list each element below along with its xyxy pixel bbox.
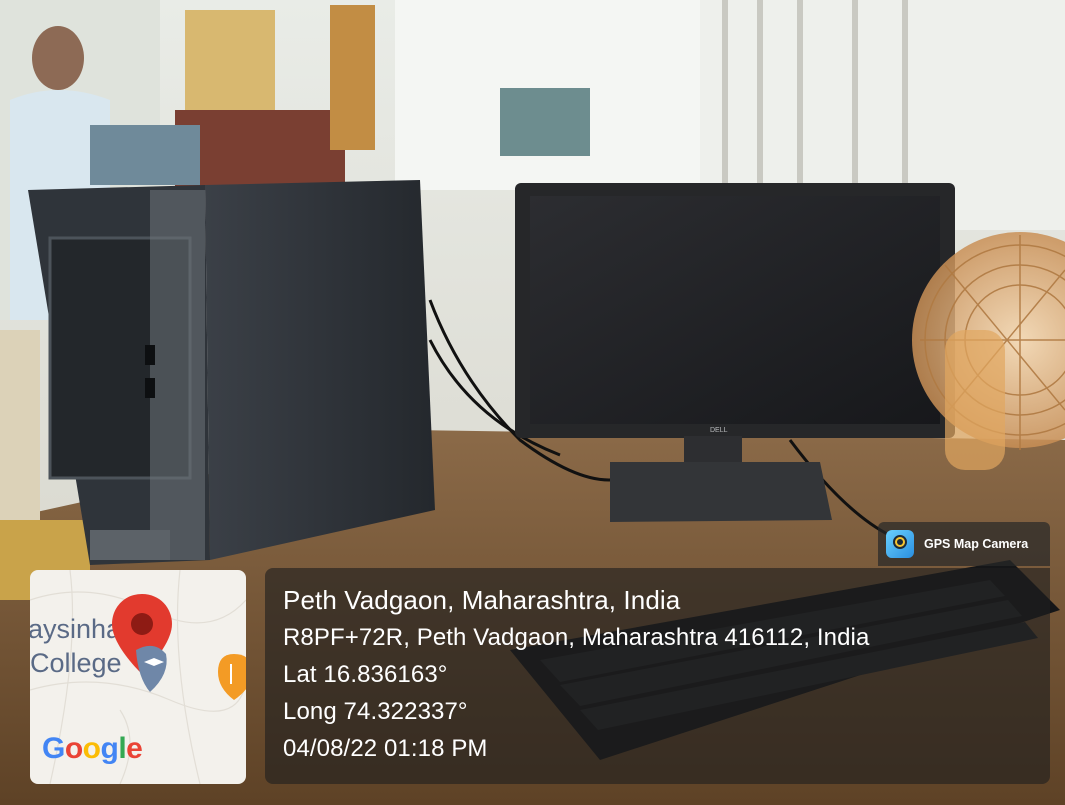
timestamp: 04/08/22 01:18 PM: [283, 735, 488, 762]
svg-text:DELL: DELL: [710, 427, 728, 434]
gps-map-camera-icon: [886, 530, 914, 558]
map-thumbnail[interactable]: aysinha College Google: [30, 570, 246, 784]
google-letter: o: [64, 732, 83, 765]
longitude: Long 74.322337°: [283, 698, 468, 725]
google-letter: o: [82, 732, 101, 765]
location-address: R8PF+72R, Peth Vadgaon, Maharashtra 4161…: [283, 624, 870, 651]
gps-map-camera-label: GPS Map Camera: [924, 537, 1029, 551]
gps-map-camera-badge: GPS Map Camera: [878, 522, 1050, 566]
google-logo: Google: [42, 732, 143, 766]
google-letter: l: [118, 732, 127, 765]
latitude: Lat 16.836163°: [283, 661, 448, 688]
google-letter: g: [100, 732, 119, 765]
google-letter: e: [126, 732, 143, 765]
google-letter: G: [42, 732, 65, 765]
location-title: Peth Vadgaon, Maharashtra, India: [283, 585, 681, 615]
location-info-panel: Peth Vadgaon, Maharashtra, India R8PF+72…: [265, 568, 1050, 784]
